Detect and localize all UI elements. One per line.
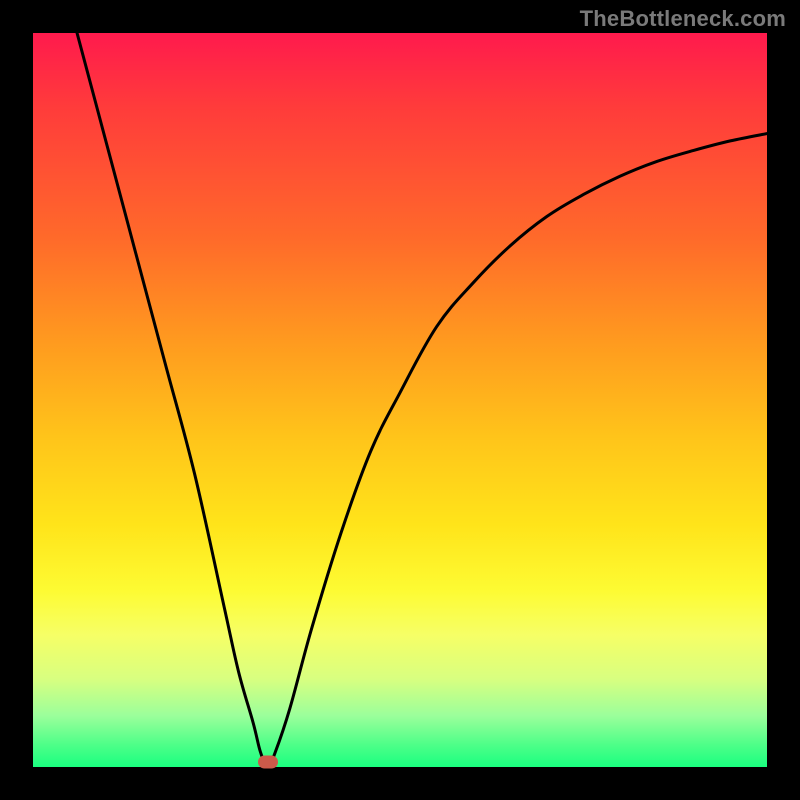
watermark-text: TheBottleneck.com [580, 6, 786, 32]
min-marker [258, 755, 278, 768]
curve-path [77, 33, 767, 767]
chart-frame: TheBottleneck.com [0, 0, 800, 800]
bottleneck-curve [33, 33, 767, 767]
plot-area [33, 33, 767, 767]
